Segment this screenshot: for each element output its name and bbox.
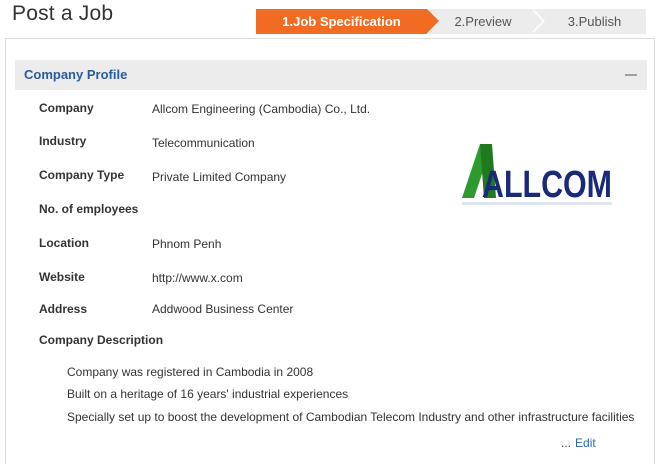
location-value: Phnom Penh <box>152 237 222 251</box>
address-label: Address <box>39 302 88 316</box>
company-profile-header[interactable]: Company Profile <box>15 60 647 90</box>
progress-steps: 1.Job Specification 2.Preview 3.Publish <box>256 9 646 34</box>
website-value: http://www.x.com <box>152 271 243 285</box>
website-label: Website <box>39 270 85 284</box>
section-title: Company Profile <box>24 67 128 82</box>
logo-reflection <box>462 202 612 205</box>
company-type-label: Company Type <box>39 168 125 182</box>
step-preview: 2.Preview <box>427 9 545 34</box>
industry-label: Industry <box>39 134 87 148</box>
description-line: Specially set up to boost the developmen… <box>67 410 635 424</box>
logo-wordmark: ALLCOM <box>482 164 612 206</box>
minus-icon[interactable] <box>625 74 637 76</box>
industry-value: Telecommunication <box>152 136 255 150</box>
step-job-specification: 1.Job Specification <box>256 9 439 34</box>
edit-button[interactable]: Edit <box>575 436 596 450</box>
description-line: Company was registered in Cambodia in 20… <box>67 365 314 379</box>
company-description-label: Company Description <box>39 333 164 347</box>
description-line: Built on a heritage of 16 years' industr… <box>67 387 349 401</box>
employees-label: No. of employees <box>39 202 139 216</box>
ellipsis: ... <box>561 436 572 450</box>
step-publish: 3.Publish <box>531 9 646 34</box>
company-value: Allcom Engineering (Cambodia) Co., Ltd. <box>152 102 371 116</box>
address-value: Addwood Business Center <box>152 302 294 316</box>
company-type-value: Private Limited Company <box>152 170 287 184</box>
page-title: Post a Job <box>12 2 114 25</box>
company-logo: ALLCOM <box>462 144 612 206</box>
edit-link[interactable]: ... Edit <box>561 436 596 450</box>
company-label: Company <box>39 101 94 115</box>
location-label: Location <box>39 236 89 250</box>
